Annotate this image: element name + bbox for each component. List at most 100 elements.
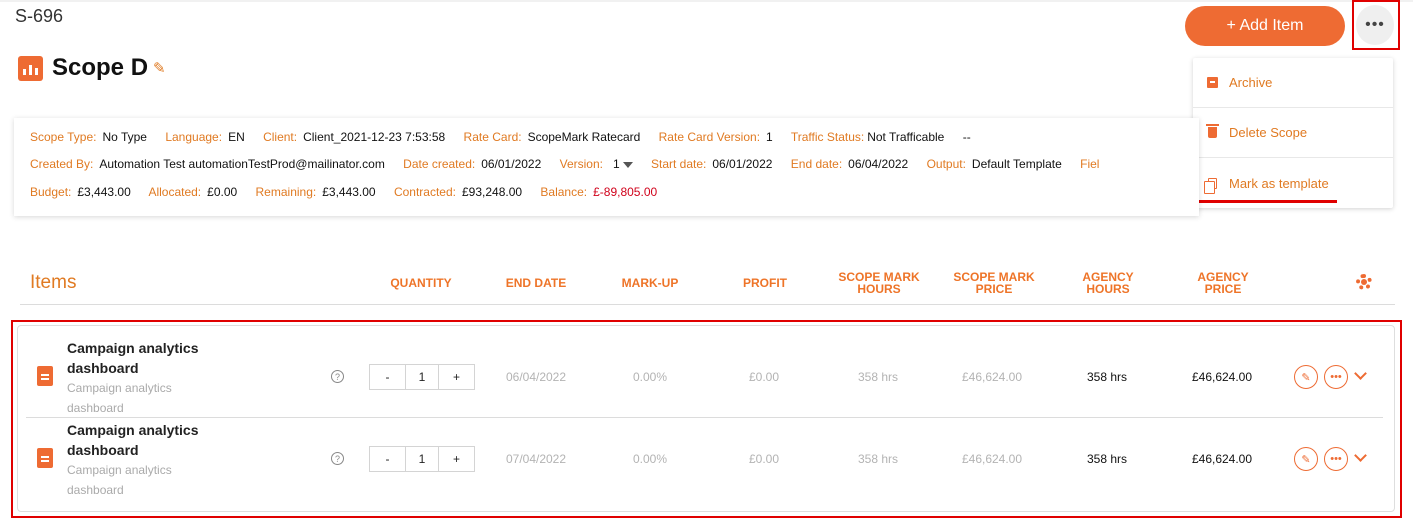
edit-item-icon[interactable]: ✎ bbox=[1294, 365, 1318, 389]
scope-mark-hours-cell: 358 hrs bbox=[857, 452, 899, 466]
item-description: Campaign analytics dashboard bbox=[67, 381, 172, 415]
end-date-cell: 06/04/2022 bbox=[505, 370, 567, 384]
date-created-label: Date created: bbox=[403, 157, 476, 171]
page-title: Scope D bbox=[52, 54, 149, 81]
decrement-button[interactable]: - bbox=[370, 365, 405, 389]
end-date-value: 06/04/2022 bbox=[848, 157, 909, 171]
column-agency-price: AGENCY PRICE bbox=[1197, 270, 1249, 296]
date-created-value: 06/01/2022 bbox=[481, 157, 542, 171]
rate-card-value: ScopeMark Ratecard bbox=[527, 130, 641, 144]
balance-label: Balance: bbox=[540, 185, 588, 199]
column-mark-up: MARK-UP bbox=[621, 276, 679, 290]
output-label: Output: bbox=[926, 157, 966, 171]
client-value: Client_2021-12-23 7:53:58 bbox=[303, 130, 446, 144]
document-icon bbox=[37, 448, 53, 468]
output-value: Default Template bbox=[971, 157, 1062, 171]
column-end-date: END DATE bbox=[505, 276, 567, 290]
items-table-header: Items QUANTITY END DATE MARK-UP PROFIT S… bbox=[20, 265, 1395, 305]
column-profit: PROFIT bbox=[743, 276, 787, 290]
edit-title-icon[interactable]: ✎ bbox=[153, 59, 166, 77]
scope-id: S-696 bbox=[15, 6, 64, 26]
client-label: Client: bbox=[263, 130, 298, 144]
quantity-stepper: - 1 + bbox=[369, 364, 475, 390]
archive-icon bbox=[1206, 77, 1218, 88]
column-scope-mark-hours: SCOPE MARK HOURS bbox=[838, 270, 920, 296]
column-scope-mark-price: SCOPE MARK PRICE bbox=[953, 270, 1035, 296]
chevron-down-icon bbox=[622, 161, 633, 168]
start-date-value: 06/01/2022 bbox=[712, 157, 773, 171]
scope-actions-menu: Archive Delete Scope Mark as template bbox=[1193, 58, 1393, 208]
trash-icon bbox=[1205, 124, 1219, 138]
fields-label: Fiel bbox=[1080, 157, 1100, 171]
scope-details-card: Scope Type: No Type Language: EN Client: Cl… bbox=[14, 118, 1199, 216]
copy-icon bbox=[1203, 177, 1217, 194]
rate-card-label: Rate Card: bbox=[463, 130, 522, 144]
remaining-value: £3,443.00 bbox=[322, 185, 376, 199]
mark-as-template-highlight bbox=[1198, 200, 1337, 203]
profit-cell: £0.00 bbox=[748, 370, 780, 384]
end-date-cell: 07/04/2022 bbox=[505, 452, 567, 466]
agency-price-cell: £46,624.00 bbox=[1191, 452, 1253, 466]
quantity-input[interactable]: 1 bbox=[405, 447, 439, 471]
language-label: Language: bbox=[165, 130, 223, 144]
details-row-3: Budget: £3,443.00 Allocated: £0.00 Remaini… bbox=[30, 185, 672, 199]
more-options-button[interactable]: ••• bbox=[1356, 5, 1394, 45]
item-name[interactable]: Campaign analytics dashboard bbox=[67, 338, 217, 378]
profit-cell: £0.00 bbox=[748, 452, 780, 466]
table-row: Campaign analytics dashboard Campaign an… bbox=[26, 418, 1383, 500]
version-select[interactable]: 1 bbox=[613, 157, 648, 171]
item-more-icon[interactable]: ••• bbox=[1324, 447, 1348, 471]
scope-type-label: Scope Type: bbox=[30, 130, 97, 144]
menu-item-delete-scope[interactable]: Delete Scope bbox=[1193, 108, 1393, 158]
traffic-status-value: Not Trafficable bbox=[867, 130, 945, 144]
add-item-button[interactable]: + Add Item bbox=[1185, 6, 1345, 46]
items-title: Items bbox=[30, 272, 77, 293]
top-border bbox=[0, 0, 1413, 2]
allocated-label: Allocated: bbox=[148, 185, 202, 199]
contracted-value: £93,248.00 bbox=[462, 185, 523, 199]
scope-mark-price-cell: £46,624.00 bbox=[961, 452, 1023, 466]
version-value: 1 bbox=[612, 157, 620, 171]
decrement-button[interactable]: - bbox=[370, 447, 405, 471]
menu-item-archive[interactable]: Archive bbox=[1193, 58, 1393, 108]
bar-chart-icon bbox=[18, 55, 43, 81]
contracted-label: Contracted: bbox=[393, 185, 456, 199]
remaining-label: Remaining: bbox=[255, 185, 317, 199]
balance-value: £-89,805.00 bbox=[593, 185, 658, 199]
version-label: Version: bbox=[559, 157, 603, 171]
created-by-label: Created By: bbox=[30, 157, 94, 171]
item-more-icon[interactable]: ••• bbox=[1324, 365, 1348, 389]
scope-type-value: No Type bbox=[102, 130, 147, 144]
traffic-status-label: Traffic Status: bbox=[790, 130, 865, 144]
rate-card-version-label: Rate Card Version: bbox=[658, 130, 761, 144]
details-row-1: Scope Type: No Type Language: EN Client: Cl… bbox=[30, 130, 986, 144]
agency-price-cell: £46,624.00 bbox=[1191, 370, 1253, 384]
menu-item-label: Mark as template bbox=[1229, 175, 1329, 191]
scope-mark-price-cell: £46,624.00 bbox=[961, 370, 1023, 384]
increment-button[interactable]: + bbox=[439, 447, 474, 471]
traffic-extra-value: -- bbox=[962, 130, 971, 144]
gear-icon[interactable] bbox=[1356, 274, 1372, 290]
help-icon[interactable]: ? bbox=[331, 370, 344, 383]
edit-item-icon[interactable]: ✎ bbox=[1294, 447, 1318, 471]
document-icon bbox=[37, 366, 53, 386]
language-value: EN bbox=[228, 130, 245, 144]
scope-title-row: Scope D ✎ bbox=[18, 54, 166, 82]
column-quantity: QUANTITY bbox=[390, 276, 452, 290]
chevron-down-icon[interactable] bbox=[1354, 449, 1367, 462]
column-agency-hours: AGENCY HOURS bbox=[1082, 270, 1134, 296]
quantity-input[interactable]: 1 bbox=[405, 365, 439, 389]
chevron-down-icon[interactable] bbox=[1354, 367, 1367, 380]
menu-item-label: Delete Scope bbox=[1229, 125, 1308, 140]
increment-button[interactable]: + bbox=[439, 365, 474, 389]
help-icon[interactable]: ? bbox=[331, 452, 344, 465]
menu-item-label: Archive bbox=[1229, 75, 1273, 90]
scope-mark-hours-cell: 358 hrs bbox=[857, 370, 899, 384]
item-description: Campaign analytics dashboard bbox=[67, 463, 172, 497]
budget-value: £3,443.00 bbox=[77, 185, 131, 199]
start-date-label: Start date: bbox=[651, 157, 707, 171]
table-row: Campaign analytics dashboard Campaign an… bbox=[26, 336, 1383, 418]
quantity-stepper: - 1 + bbox=[369, 446, 475, 472]
budget-label: Budget: bbox=[30, 185, 72, 199]
item-name[interactable]: Campaign analytics dashboard bbox=[67, 420, 217, 460]
